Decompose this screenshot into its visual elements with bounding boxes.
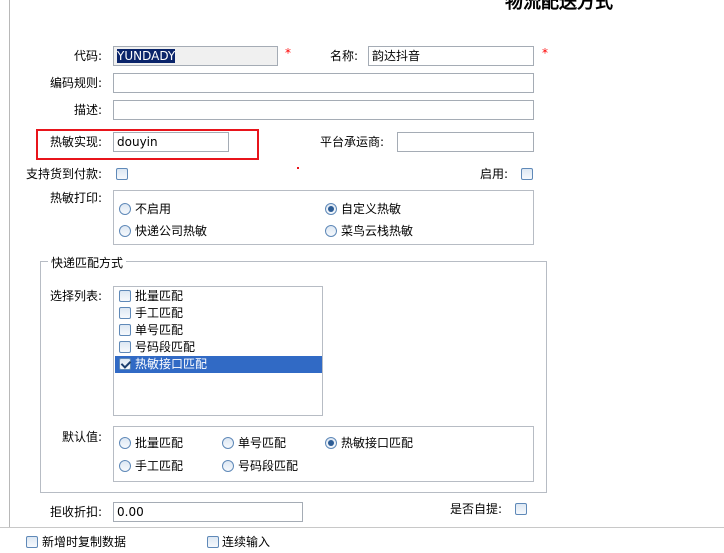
option-label: 单号匹配 (238, 436, 287, 450)
enable-checkbox[interactable] (521, 168, 533, 180)
checkbox-checked-icon[interactable] (119, 358, 131, 370)
match-method-legend: 快递匹配方式 (48, 254, 127, 271)
radio-selected-icon (325, 203, 337, 215)
bottom-bar: 新增时复制数据 连续输入 (0, 527, 724, 553)
option-label: 批量匹配 (135, 436, 184, 450)
list-item-label: 手工匹配 (135, 306, 184, 320)
list-item-label: 批量匹配 (135, 289, 184, 303)
list-item-label: 热敏接口匹配 (135, 357, 208, 371)
thermal-impl-label: 热敏实现: (49, 135, 102, 149)
radio-icon (119, 437, 131, 449)
refuse-discount-field[interactable]: 0.00 (113, 502, 303, 522)
copy-on-add-checkbox[interactable] (26, 536, 38, 548)
option-label: 菜鸟云栈热敏 (341, 224, 414, 238)
option-label: 热敏接口匹配 (341, 436, 414, 450)
list-item[interactable]: 手工匹配 (115, 305, 322, 322)
page-title: 物流配送方式 (505, 0, 613, 13)
option-label: 不启用 (135, 202, 172, 216)
self-pickup-checkbox[interactable] (515, 503, 527, 515)
code-value: YUNDADY (117, 49, 176, 63)
code-required-mark: * (285, 46, 291, 60)
option-label: 号码段匹配 (238, 459, 299, 473)
checkbox-icon[interactable] (119, 341, 131, 353)
list-item[interactable]: 单号匹配 (115, 322, 322, 339)
name-label: 名称: (329, 49, 358, 63)
code-field[interactable]: YUNDADY (113, 46, 278, 66)
select-list-label: 选择列表: (49, 289, 102, 303)
thermal-print-box: 不启用 自定义热敏 快递公司热敏 菜鸟云栈热敏 (113, 190, 534, 245)
code-label: 代码: (73, 49, 102, 63)
self-pickup-label: 是否自提: (449, 502, 502, 516)
description-label: 描述: (73, 103, 102, 117)
match-select-list[interactable]: 批量匹配 手工匹配 单号匹配 号码段匹配 热敏接口匹配 (113, 286, 323, 416)
checkbox-icon[interactable] (119, 307, 131, 319)
coding-rule-field[interactable] (113, 73, 534, 93)
red-dot-mark (297, 167, 299, 169)
list-item-selected[interactable]: 热敏接口匹配 (115, 356, 322, 373)
thermal-impl-field[interactable]: douyin (113, 132, 229, 152)
thermal-print-label: 热敏打印: (49, 191, 102, 205)
default-value-label: 默认值: (61, 430, 102, 444)
list-item-label: 单号匹配 (135, 323, 184, 337)
list-item[interactable]: 号码段匹配 (115, 339, 322, 356)
option-label: 快递公司热敏 (135, 224, 208, 238)
left-border (9, 0, 10, 553)
continuous-input-checkbox[interactable] (207, 536, 219, 548)
copy-on-add-label: 新增时复制数据 (42, 535, 127, 549)
cod-label: 支持货到付款: (25, 167, 102, 181)
radio-icon (222, 437, 234, 449)
option-label: 自定义热敏 (341, 202, 402, 216)
list-item-label: 号码段匹配 (135, 340, 196, 354)
radio-icon (325, 225, 337, 237)
radio-selected-icon (325, 437, 337, 449)
cod-checkbox[interactable] (116, 168, 128, 180)
enable-label: 启用: (479, 167, 508, 181)
default-value-box: 批量匹配 单号匹配 热敏接口匹配 手工匹配 号码段匹配 (113, 426, 534, 482)
list-item[interactable]: 批量匹配 (115, 288, 322, 305)
platform-carrier-field[interactable] (397, 132, 534, 152)
radio-icon (119, 225, 131, 237)
description-field[interactable] (113, 100, 534, 120)
checkbox-icon[interactable] (119, 324, 131, 336)
radio-icon (119, 203, 131, 215)
continuous-input-label: 连续输入 (222, 535, 271, 549)
radio-icon (119, 460, 131, 472)
coding-rule-label: 编码规则: (49, 76, 102, 90)
platform-carrier-label: 平台承运商: (319, 135, 384, 149)
option-label: 手工匹配 (135, 459, 184, 473)
name-field[interactable]: 韵达抖音 (368, 46, 534, 66)
name-required-mark: * (542, 46, 548, 60)
radio-icon (222, 460, 234, 472)
refuse-discount-label: 拒收折扣: (49, 505, 102, 519)
checkbox-icon[interactable] (119, 290, 131, 302)
